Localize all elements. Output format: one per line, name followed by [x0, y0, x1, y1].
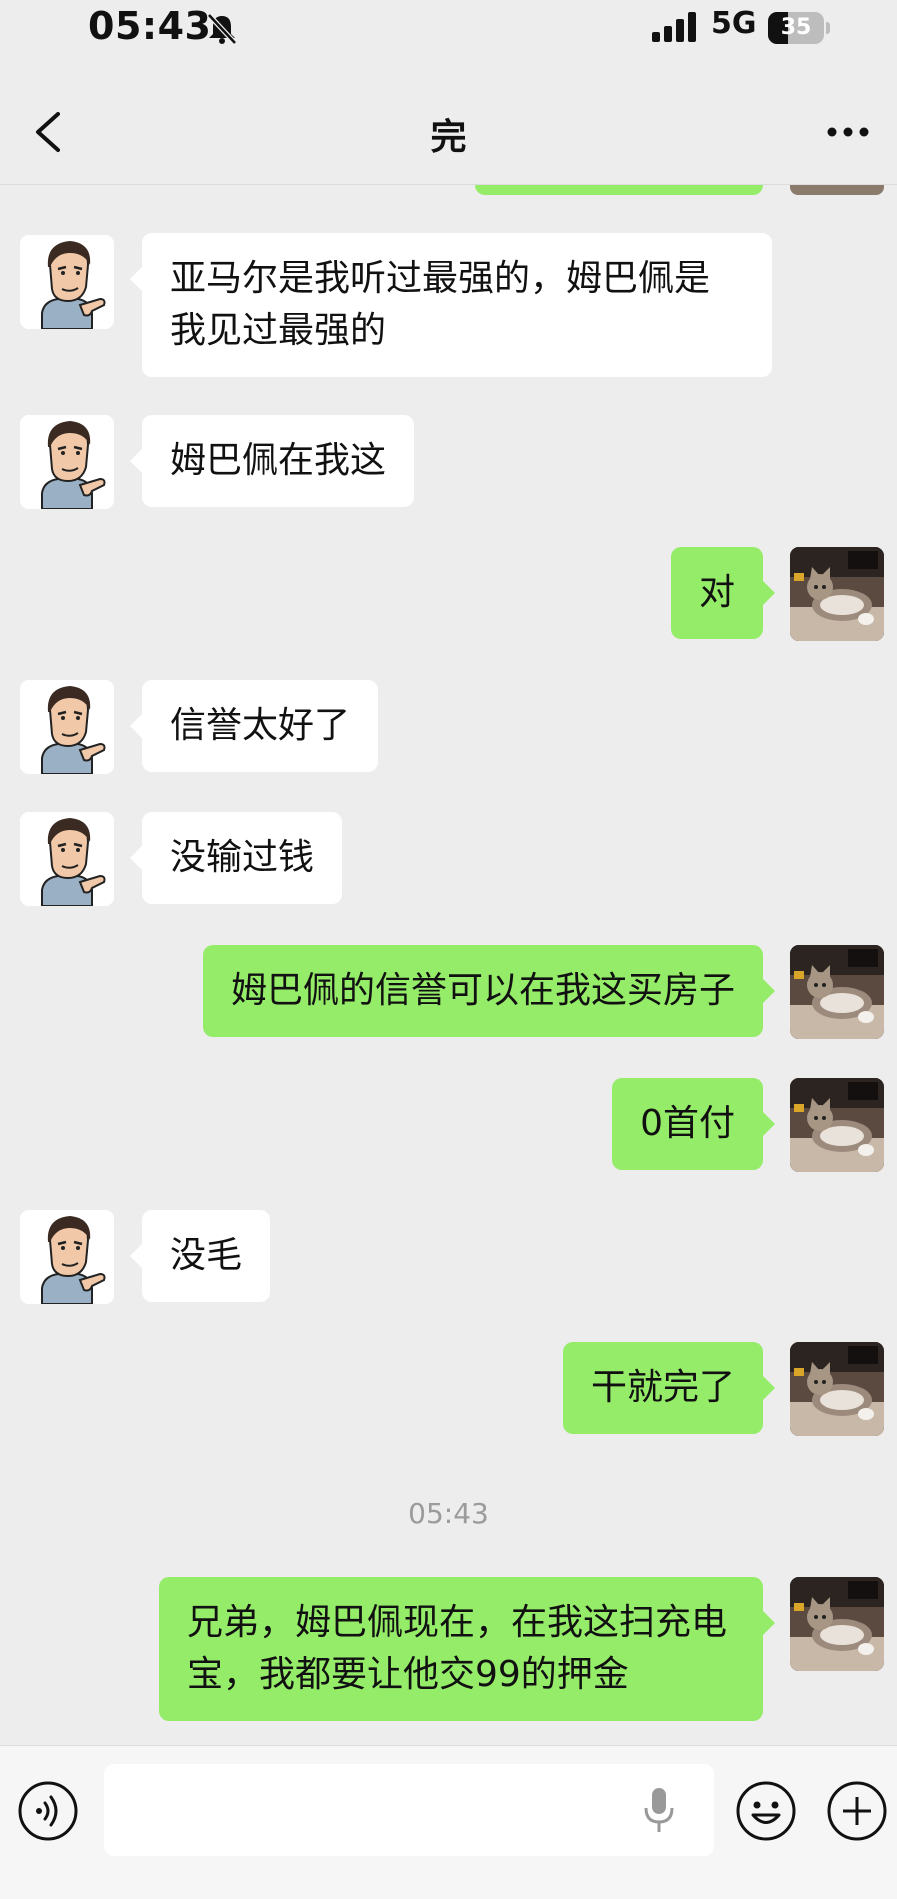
- chat-header: 完: [0, 80, 897, 185]
- message-input[interactable]: [104, 1764, 714, 1856]
- user-avatar[interactable]: [790, 1577, 884, 1671]
- partial-message-bubble: [475, 185, 763, 195]
- message-bubble-received[interactable]: 姆巴佩在我这: [129, 415, 415, 507]
- contact-avatar[interactable]: [20, 680, 114, 774]
- microphone-icon[interactable]: [640, 1786, 678, 1834]
- message-bubble-sent[interactable]: 0首付: [612, 1078, 775, 1170]
- contact-avatar[interactable]: [20, 1210, 114, 1304]
- status-bar: 05:43 5G 35: [0, 0, 897, 60]
- bell-muted-icon: [207, 13, 237, 45]
- plus-icon[interactable]: [826, 1780, 888, 1842]
- message-bubble-received[interactable]: 亚马尔是我听过最强的，姆巴佩是我见过最强的: [130, 233, 772, 377]
- contact-avatar[interactable]: [20, 235, 114, 329]
- signal-bars-icon: [652, 12, 696, 42]
- emoji-icon[interactable]: [735, 1780, 797, 1842]
- battery-icon: 35: [768, 12, 830, 44]
- message-bubble-sent[interactable]: 姆巴佩的信誉可以在我这买房子: [202, 945, 776, 1037]
- user-avatar[interactable]: [790, 1342, 884, 1436]
- message-timestamp: 05:43: [408, 1497, 489, 1530]
- user-avatar[interactable]: [790, 547, 884, 641]
- message-bubble-received[interactable]: 信誉太好了: [129, 680, 379, 772]
- voice-icon[interactable]: [17, 1780, 79, 1842]
- message-list[interactable]: 亚马尔是我听过最强的，姆巴佩是我见过最强的 姆巴佩在我这 对 信誉太好了 没输过…: [0, 185, 897, 1745]
- status-time: 05:43: [88, 4, 212, 48]
- partial-avatar: [790, 185, 884, 195]
- message-bubble-received[interactable]: 没毛: [129, 1210, 271, 1302]
- message-bubble-sent[interactable]: 对: [670, 547, 776, 639]
- user-avatar[interactable]: [790, 945, 884, 1039]
- user-avatar[interactable]: [790, 1078, 884, 1172]
- battery-percent: 35: [780, 15, 812, 40]
- chat-title: 完: [430, 117, 467, 158]
- contact-avatar[interactable]: [20, 812, 114, 906]
- network-type: 5G: [711, 6, 757, 41]
- more-dots-icon[interactable]: [818, 102, 878, 162]
- message-bubble-sent[interactable]: 干就完了: [562, 1342, 776, 1434]
- contact-avatar[interactable]: [20, 415, 114, 509]
- message-bubble-sent[interactable]: 兄弟，姆巴佩现在，在我这扫充电宝，我都要让他交99的押金: [159, 1577, 775, 1721]
- message-bubble-received[interactable]: 没输过钱: [129, 812, 343, 904]
- input-bar: [0, 1745, 897, 1899]
